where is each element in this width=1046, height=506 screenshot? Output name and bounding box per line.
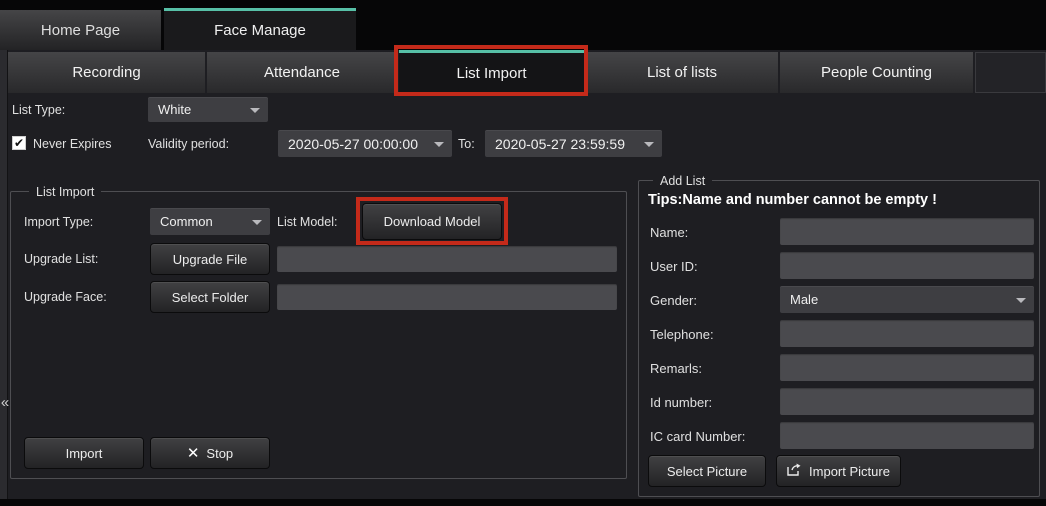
never-expires-checkbox[interactable]: ✔ (12, 136, 26, 150)
list-model-label: List Model: (277, 215, 338, 229)
import-button[interactable]: Import (24, 437, 144, 469)
gender-dropdown[interactable]: Male (780, 286, 1034, 313)
tab-face-manage[interactable]: Face Manage (164, 8, 356, 50)
list-import-groupbox: List Import (10, 184, 627, 479)
stop-button[interactable]: ✕ Stop (150, 437, 270, 469)
name-input[interactable] (780, 218, 1034, 245)
telephone-input[interactable] (780, 320, 1034, 347)
remarks-input[interactable] (780, 354, 1034, 381)
import-picture-label: Import Picture (809, 463, 890, 479)
import-picture-button[interactable]: Import Picture (776, 455, 901, 487)
tab-people-counting[interactable]: People Counting (780, 52, 973, 93)
tab-recording[interactable]: Recording (8, 52, 205, 93)
ic-card-number-label: IC card Number: (650, 429, 746, 444)
import-type-value: Common (160, 214, 213, 229)
tab-home-page-label: Home Page (40, 21, 121, 39)
validity-from-value: 2020-05-27 00:00:00 (288, 135, 418, 152)
tab-attendance[interactable]: Attendance (207, 52, 397, 93)
ic-card-number-input[interactable] (780, 422, 1034, 449)
chevron-down-icon (1016, 297, 1026, 303)
tab-list-import-label: List Import (456, 64, 527, 82)
chevron-down-icon (252, 219, 262, 225)
checkmark-icon: ✔ (13, 136, 25, 150)
tab-recording-label: Recording (72, 64, 141, 81)
validity-to-value: 2020-05-27 23:59:59 (495, 135, 625, 152)
chevron-down-icon (434, 141, 444, 147)
select-picture-label: Select Picture (666, 463, 748, 479)
select-folder-button[interactable]: Select Folder (150, 281, 270, 313)
export-picture-icon (787, 463, 802, 479)
list-type-label: List Type: (12, 103, 66, 117)
upgrade-face-input[interactable] (277, 284, 617, 310)
tab-bar-remainder (975, 52, 1046, 93)
chevron-down-icon (644, 141, 654, 147)
add-list-legend: Add List (653, 173, 713, 189)
tab-list-of-lists-label: List of lists (646, 64, 718, 81)
import-type-dropdown[interactable]: Common (150, 208, 270, 235)
tab-list-of-lists[interactable]: List of lists (586, 52, 778, 93)
list-type-value: White (158, 102, 192, 117)
tab-face-manage-label: Face Manage (214, 22, 306, 39)
upgrade-list-input[interactable] (277, 246, 617, 272)
tab-list-import[interactable]: List Import (399, 50, 584, 93)
list-import-legend: List Import (29, 184, 102, 200)
select-picture-button[interactable]: Select Picture (648, 455, 766, 487)
user-id-label: User ID: (650, 259, 698, 274)
download-model-label: Download Model (383, 214, 481, 229)
download-model-button[interactable]: Download Model (362, 203, 502, 240)
import-label: Import (65, 445, 103, 461)
select-folder-label: Select Folder (171, 289, 249, 305)
gender-value: Male (790, 292, 819, 307)
remarks-label: Remarls: (650, 361, 703, 376)
user-id-input[interactable] (780, 252, 1034, 279)
gender-label: Gender: (650, 293, 697, 308)
name-label: Name: (650, 225, 689, 240)
validity-to-dropdown[interactable]: 2020-05-27 23:59:59 (485, 130, 662, 157)
add-list-tips: Tips:Name and number cannot be empty ! (648, 192, 937, 208)
id-number-label: Id number: (650, 395, 713, 410)
face-manage-window: Home Page Face Manage Recording Attendan… (0, 0, 1046, 506)
tab-attendance-label: Attendance (264, 64, 340, 81)
never-expires-label: Never Expires (33, 137, 112, 151)
upgrade-face-label: Upgrade Face: (24, 290, 107, 304)
validity-period-label: Validity period: (148, 137, 230, 151)
list-type-dropdown[interactable]: White (148, 97, 268, 122)
stop-label: Stop (206, 445, 234, 461)
validity-from-dropdown[interactable]: 2020-05-27 00:00:00 (278, 130, 452, 157)
tab-people-counting-label: People Counting (821, 64, 932, 81)
id-number-input[interactable] (780, 388, 1034, 415)
import-type-label: Import Type: (24, 215, 94, 229)
upgrade-file-button[interactable]: Upgrade File (150, 243, 270, 275)
stop-x-icon: ✕ (186, 445, 200, 462)
to-label: To: (458, 137, 475, 151)
upgrade-list-label: Upgrade List: (24, 252, 99, 266)
upgrade-file-label: Upgrade File (172, 251, 248, 267)
telephone-label: Telephone: (650, 327, 714, 342)
chevron-down-icon (250, 107, 260, 113)
tab-home-page[interactable]: Home Page (0, 10, 161, 50)
window-bottom-edge (0, 499, 1046, 506)
left-panel-strip (0, 50, 8, 506)
